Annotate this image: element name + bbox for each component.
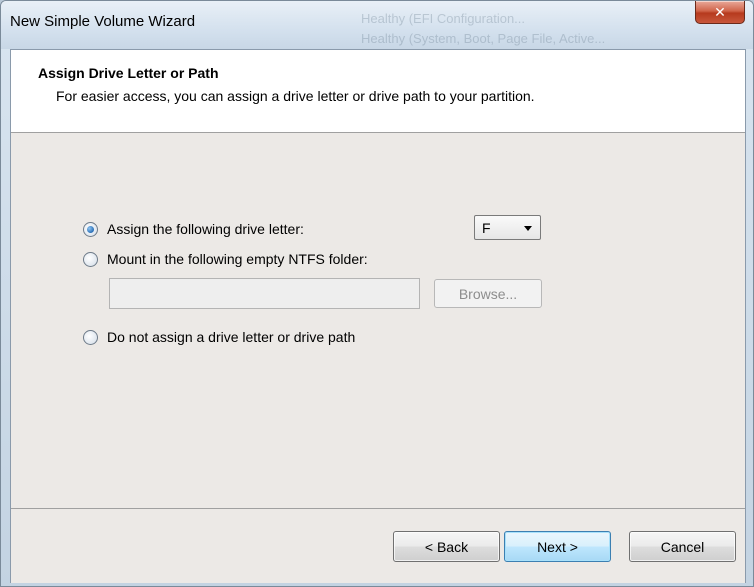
folder-path-input[interactable] (109, 278, 420, 309)
assign-letter-option[interactable]: Assign the following drive letter: (83, 221, 304, 237)
back-button[interactable]: < Back (393, 531, 500, 562)
mount-folder-radio[interactable] (83, 251, 98, 267)
chevron-down-icon (524, 226, 532, 231)
next-button[interactable]: Next > (504, 531, 611, 562)
wizard-header: Assign Drive Letter or Path For easier a… (11, 50, 745, 133)
no-assign-option[interactable]: Do not assign a drive letter or drive pa… (83, 329, 355, 345)
drive-letter-dropdown[interactable]: F (474, 215, 541, 240)
window-title: New Simple Volume Wizard (10, 13, 196, 30)
page-title: Assign Drive Letter or Path (38, 65, 219, 81)
mount-folder-label: Mount in the following empty NTFS folder… (107, 251, 368, 267)
mount-folder-option[interactable]: Mount in the following empty NTFS folder… (83, 251, 368, 267)
no-assign-label: Do not assign a drive letter or drive pa… (107, 329, 356, 345)
close-button[interactable]: ✕ (695, 1, 745, 24)
page-subtitle: For easier access, you can assign a driv… (56, 88, 535, 104)
browse-button[interactable]: Browse... (434, 279, 542, 308)
wizard-content: Assign the following drive letter: F Mou… (11, 133, 745, 508)
wizard-client-area: Assign Drive Letter or Path For easier a… (10, 49, 746, 583)
background-window-text: Healthy (EFI Configuration... (361, 11, 526, 26)
wizard-window: Healthy (EFI Configuration... Healthy (S… (0, 0, 754, 587)
title-bar[interactable]: Healthy (EFI Configuration... Healthy (S… (1, 1, 753, 49)
no-assign-radio[interactable] (83, 329, 98, 345)
background-window-text: Healthy (System, Boot, Page File, Active… (361, 31, 606, 46)
assign-letter-label: Assign the following drive letter: (107, 221, 304, 237)
wizard-footer: < Back Next > Cancel (11, 508, 745, 583)
cancel-button[interactable]: Cancel (629, 531, 736, 562)
drive-letter-value: F (482, 220, 491, 236)
assign-letter-radio[interactable] (83, 221, 98, 237)
close-icon: ✕ (714, 3, 726, 20)
